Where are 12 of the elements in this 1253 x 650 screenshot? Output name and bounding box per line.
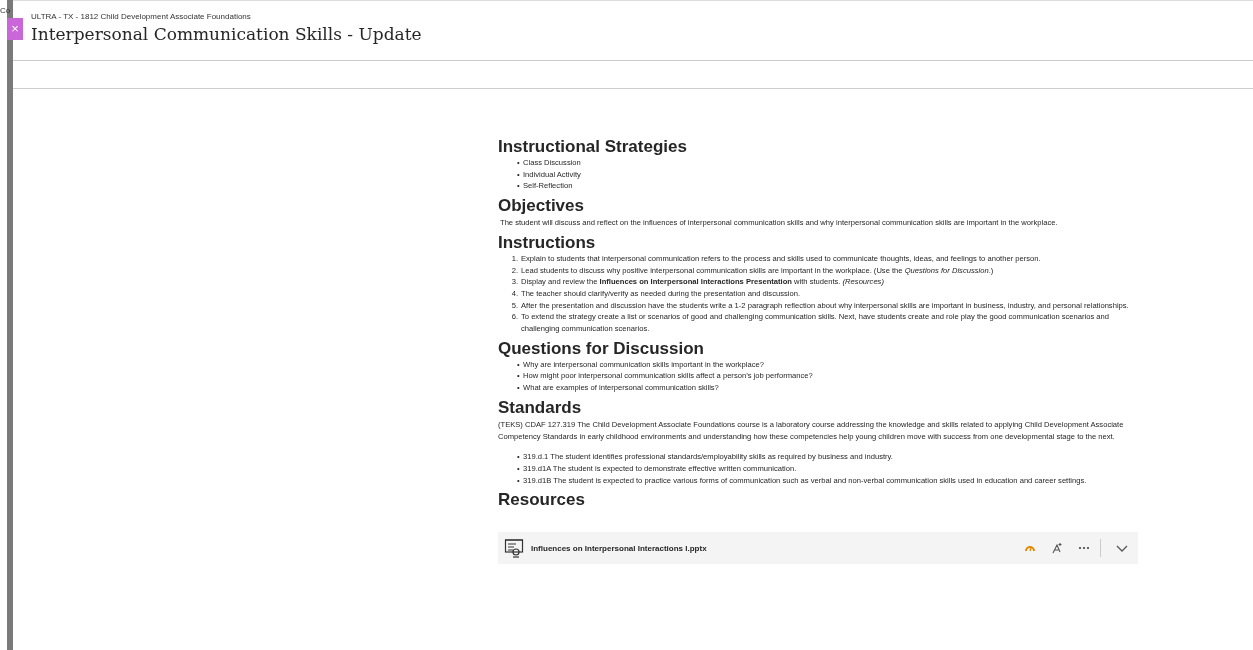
course-name: ULTRA - TX - 1812 Child Development Associate Foundations <box>31 12 252 21</box>
page-title: Interpersonal Communication Skills - Update <box>31 24 423 44</box>
section-heading: Standards <box>498 397 583 418</box>
presentation-file-icon <box>504 538 524 559</box>
section-heading: Questions for Discussion <box>498 338 705 359</box>
file-row[interactable]: Influences on Interpersonal Interactions I.pptx <box>498 532 1138 565</box>
section-heading: Objectives <box>498 196 585 217</box>
section-heading: Instructions <box>498 232 597 253</box>
file-name[interactable]: Influences on Interpersonal Interactions I.pptx <box>531 542 1009 555</box>
section-heading: Resources <box>498 490 586 511</box>
sparkle-pen-icon[interactable] <box>1051 542 1063 555</box>
section-heading: Instructional Strategies <box>498 137 688 157</box>
